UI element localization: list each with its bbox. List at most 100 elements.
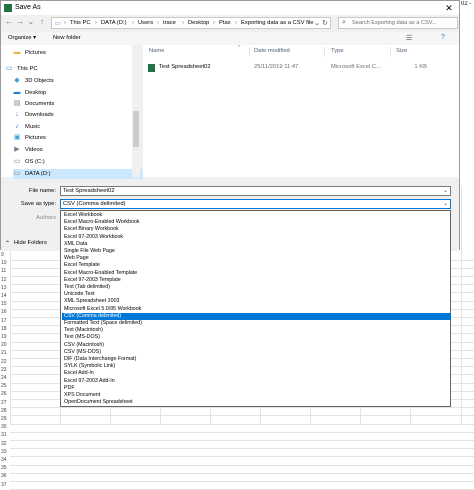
nav-item-label: This PC	[17, 66, 38, 72]
toolbar: Organize ▾ New folder ☰ ?	[1, 32, 459, 45]
save-type-option[interactable]: CSV (Macintosh)	[62, 342, 451, 349]
back-arrow-icon[interactable]: ←	[4, 17, 14, 27]
up-arrow-icon[interactable]: ↑	[37, 17, 47, 27]
address-dropdown-icon[interactable]: ⌄	[314, 19, 320, 27]
save-as-type-label: Save as type:	[20, 201, 56, 207]
save-type-option[interactable]: XPS Document	[62, 392, 451, 399]
forward-arrow-icon[interactable]: →	[15, 17, 25, 27]
nav-scrollbar-thumb[interactable]	[133, 111, 139, 147]
grid-row-line	[10, 431, 474, 433]
breadcrumb-separator-icon[interactable]: ›	[235, 20, 237, 26]
save-type-option[interactable]: Excel 97-2003 Workbook	[62, 234, 451, 241]
hide-folders-button[interactable]: Hide Folders	[14, 240, 47, 246]
file-row[interactable]: Test Spreadsheet02 25/11/2019 11:47 Micr…	[145, 62, 457, 73]
breadcrumb-segment[interactable]: Users	[138, 20, 153, 26]
save-type-option[interactable]: Excel Macro-Enabled Template	[62, 270, 451, 277]
nav-scrollbar[interactable]	[132, 45, 140, 177]
nav-item[interactable]: ▭ DATA (D:)	[13, 169, 143, 179]
grid-row-line	[10, 448, 474, 450]
nav-item[interactable]: ▣ Pictures	[13, 133, 143, 143]
chevron-down-icon[interactable]: ⌄	[443, 200, 448, 207]
breadcrumb-separator-icon[interactable]: ›	[213, 20, 215, 26]
save-type-option[interactable]: Excel Template	[62, 262, 451, 269]
nav-item[interactable]: ♪ Music	[13, 122, 143, 132]
nav-item[interactable]: ▭ OS (C:)	[13, 157, 143, 167]
file-date: 25/11/2019 11:47	[254, 64, 299, 70]
search-box[interactable]: ⌕ Search Exporting data as a CSV...	[338, 17, 458, 29]
breadcrumb-separator-icon[interactable]: ›	[132, 20, 134, 26]
save-type-option[interactable]: Text (Macintosh)	[62, 327, 451, 334]
save-type-option[interactable]: Excel Macro-Enabled Workbook	[62, 219, 451, 226]
breadcrumb-segment[interactable]: trace	[163, 20, 176, 26]
save-type-option[interactable]: Excel 97-2003 Add-In	[62, 378, 451, 385]
breadcrumb-separator-icon[interactable]: ›	[182, 20, 184, 26]
column-header-type[interactable]: Type	[331, 48, 344, 54]
nav-item[interactable]: ▶ Videos	[13, 145, 143, 155]
save-type-option[interactable]: Text (Tab delimited)	[62, 284, 451, 291]
save-type-option[interactable]: Text (MS-DOS)	[62, 334, 451, 341]
folder-icon: ▬	[13, 49, 21, 56]
pc-icon: ▭	[5, 65, 13, 72]
column-divider	[249, 47, 250, 57]
breadcrumb-segment[interactable]: DATA (D:)	[101, 20, 127, 26]
organize-button[interactable]: Organize ▾	[8, 35, 36, 41]
save-type-option[interactable]: XML Spreadsheet 2003	[62, 298, 451, 305]
new-folder-button[interactable]: New folder	[53, 35, 81, 41]
nav-item[interactable]: ▤ Documents	[13, 99, 143, 109]
save-type-option[interactable]: Single File Web Page	[62, 248, 451, 255]
save-type-option[interactable]: Excel 97-2003 Template	[62, 277, 451, 284]
nav-item-label: 3D Objects	[25, 78, 54, 84]
music-icon: ♪	[15, 123, 19, 130]
save-type-option[interactable]: Excel Binary Workbook	[62, 226, 451, 233]
nav-item[interactable]: ↓ Downloads	[13, 110, 143, 120]
breadcrumb-segment[interactable]: Desktop	[188, 20, 209, 26]
nav-item[interactable]: ▬ Pictures	[13, 48, 143, 58]
save-type-option[interactable]: Excel Workbook	[62, 212, 451, 219]
dialog-title: Save As	[15, 4, 41, 11]
breadcrumb-segment[interactable]: Exporting data as a CSV file	[241, 20, 314, 26]
save-type-option[interactable]: CSV (MS-DOS)	[62, 349, 451, 356]
breadcrumb-segment[interactable]: Ptax	[219, 20, 231, 26]
nav-item-label: DATA (D:)	[25, 171, 51, 177]
recent-dropdown-icon[interactable]: ⌄	[26, 17, 36, 27]
column-header-size[interactable]: Size	[396, 48, 407, 54]
save-as-type-select[interactable]: CSV (Comma delimited) ⌄	[60, 199, 451, 209]
breadcrumb-separator-icon[interactable]: ›	[95, 20, 97, 26]
save-type-option[interactable]: CSV (Comma delimited)	[62, 312, 451, 320]
collapse-arrow-icon[interactable]: ⌃	[5, 240, 10, 247]
save-type-option[interactable]: Microsoft Excel 5.0/95 Workbook	[62, 306, 451, 313]
nav-item[interactable]: ▬ Desktop	[13, 88, 143, 98]
save-type-option[interactable]: Unicode Text	[62, 291, 451, 298]
help-icon[interactable]: ?	[441, 34, 445, 41]
search-input[interactable]: Search Exporting data as a CSV...	[352, 20, 456, 26]
close-icon[interactable]: ✕	[439, 1, 459, 15]
breadcrumb-separator-icon[interactable]: ›	[64, 20, 66, 26]
chevron-down-icon[interactable]: ⌄	[443, 187, 448, 194]
nav-item[interactable]: ▭ This PC	[5, 64, 135, 74]
refresh-icon[interactable]: ↻	[322, 19, 328, 27]
view-options-icon[interactable]: ☰	[406, 34, 412, 42]
nav-item[interactable]: ◆ 3D Objects	[13, 76, 143, 86]
breadcrumb-separator-icon[interactable]: ›	[157, 20, 159, 26]
file-type: Microsoft Excel C...	[331, 64, 381, 70]
nav-item-label: Videos	[25, 147, 43, 153]
csv-file-icon	[148, 64, 155, 72]
save-type-option[interactable]: Excel Add-In	[62, 370, 451, 377]
save-as-type-value: CSV (Comma delimited)	[63, 201, 126, 207]
save-type-option[interactable]: XML Data	[62, 241, 451, 248]
drive-icon: ▭	[13, 170, 21, 177]
save-type-option[interactable]: Formatted Text (Space delimited)	[62, 320, 451, 327]
save-type-option[interactable]: Web Page	[62, 255, 451, 262]
save-type-option[interactable]: PDF	[62, 385, 451, 392]
breadcrumb-segment[interactable]: This PC	[70, 20, 91, 26]
file-name-field[interactable]: Test Spreadsheet02 ⌄	[60, 186, 451, 196]
save-type-option[interactable]: SYLK (Symbolic Link)	[62, 363, 451, 370]
save-type-option[interactable]: OpenDocument Spreadsheet	[62, 399, 451, 406]
address-bar[interactable]: ▭ › This PC › DATA (D:) › Users › trace › Desktop…	[51, 17, 331, 29]
save-type-option[interactable]: DIF (Data Interchange Format)	[62, 356, 451, 363]
column-header-name[interactable]: Name	[149, 48, 164, 54]
column-header-date[interactable]: Date modified	[254, 48, 290, 54]
file-name-value[interactable]: Test Spreadsheet02	[63, 188, 115, 194]
authors-label: Authors	[36, 215, 56, 221]
grid-row-line	[10, 415, 474, 417]
